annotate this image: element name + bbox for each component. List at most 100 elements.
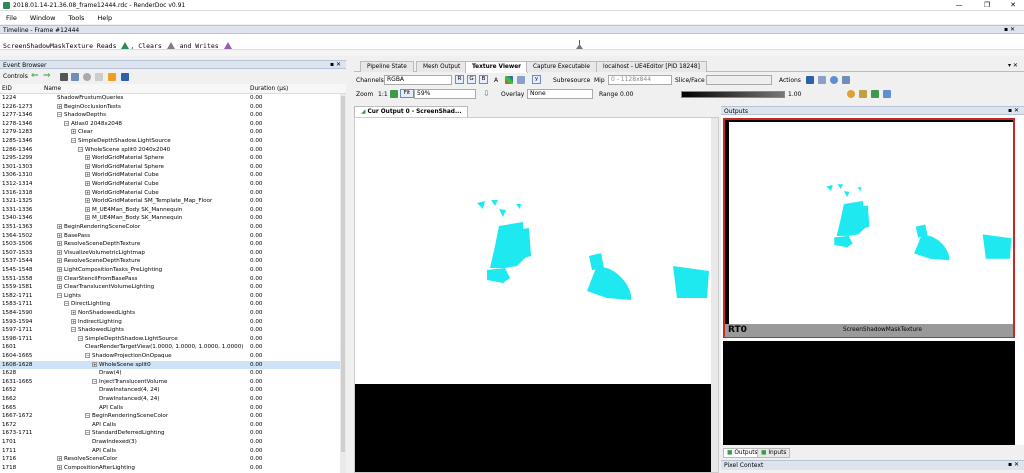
pixel-context-close-icon[interactable]: ▪ ✕ xyxy=(1008,461,1019,468)
tabs-menu-icon[interactable]: ▾ ✕ xyxy=(1008,62,1018,69)
event-tree[interactable]: 1224 ShadowFrustumQueries 0.00 1226-1273 + Be… xyxy=(0,94,340,473)
timeline-scrollbar[interactable] xyxy=(0,49,1024,56)
event-row[interactable]: 1718 + CompositionAfterLighting 0.00 xyxy=(0,464,340,473)
expand-icon[interactable]: + xyxy=(57,284,62,290)
view-icon[interactable] xyxy=(818,76,826,84)
minimize-icon[interactable]: — xyxy=(950,1,968,10)
event-row[interactable]: 1278-1346 − Atlas0 2048x2048 0.00 xyxy=(0,120,340,129)
event-row[interactable]: 1286-1346 − WholeScene split0 2040x2040 0.0… xyxy=(0,146,340,155)
maximize-icon[interactable]: ❐ xyxy=(978,1,996,10)
prev-event-icon[interactable]: ⇐ xyxy=(31,71,39,81)
auto-fit-icon[interactable] xyxy=(859,90,867,98)
event-row[interactable]: 1716 + ResolveSceneColor 0.00 xyxy=(0,455,340,464)
event-row[interactable]: 1631-1665 − InjectTranslucentVolume 0.00 xyxy=(0,378,340,387)
channels-select[interactable]: RGBA xyxy=(384,75,452,85)
expand-icon[interactable]: + xyxy=(57,249,62,255)
expand-icon[interactable]: + xyxy=(85,155,90,161)
time-icon[interactable] xyxy=(83,73,91,81)
event-row[interactable]: 1226-1273 + BeginOcclusionTests 0.00 xyxy=(0,103,340,112)
event-row[interactable]: 1321-1325 + WorldGridMaterial SM_Template_… xyxy=(0,197,340,206)
col-name[interactable]: Name xyxy=(44,86,61,92)
event-row[interactable]: 1593-1594 + IndirectLighting 0.00 xyxy=(0,318,340,327)
zoom-select[interactable]: 59% xyxy=(414,89,476,99)
collapse-icon[interactable]: − xyxy=(57,292,62,298)
channel-g-toggle[interactable]: G xyxy=(467,75,476,84)
event-row[interactable]: 1316-1318 + WorldGridMaterial Cube 0.00 xyxy=(0,189,340,198)
tab-localhost[interactable]: localhost - UE4Editor [PID 18248] xyxy=(596,61,707,72)
event-row[interactable]: 1340-1346 + M_UE4Man_Body SK_Mannequin 0.00 xyxy=(0,214,340,223)
range-slider[interactable] xyxy=(681,91,785,98)
event-row[interactable]: 1652 DrawInstanced(4, 24) 0.00 xyxy=(0,386,340,395)
event-row[interactable]: 1601 ClearRenderTargetView(1.0000, 1.0000… xyxy=(0,343,340,352)
gear-icon[interactable] xyxy=(517,76,525,84)
collapse-icon[interactable]: − xyxy=(92,378,97,384)
event-row[interactable]: 1545-1548 + LightCompositionTasks_PreLight… xyxy=(0,266,340,275)
expand-icon[interactable]: + xyxy=(85,163,90,169)
expand-icon[interactable]: + xyxy=(92,361,97,367)
range-max[interactable]: 1.00 xyxy=(788,91,801,98)
event-row[interactable]: 1701 DrawIndexed(3) 0.00 xyxy=(0,438,340,447)
event-row[interactable]: 1331-1336 + M_UE4Man_Body SK_Mannequin 0.00 xyxy=(0,206,340,215)
bookmark-icon[interactable] xyxy=(71,73,79,81)
menu-window[interactable]: Window xyxy=(24,11,61,22)
event-row[interactable]: 1583-1711 − DirectLighting 0.00 xyxy=(0,300,340,309)
find-icon[interactable] xyxy=(60,73,68,81)
event-row[interactable]: 1285-1346 − SimpleDepthShadow.LightSource 0… xyxy=(0,137,340,146)
expand-icon[interactable]: + xyxy=(57,232,62,238)
event-row[interactable]: 1673-1711 − StandardDeferredLighting 0.00 xyxy=(0,429,340,438)
event-row[interactable]: 1584-1590 + NonShadowedLights 0.00 xyxy=(0,309,340,318)
event-row[interactable]: 1582-1711 − Lights 0.00 xyxy=(0,292,340,301)
col-eid[interactable]: EID xyxy=(2,86,12,92)
pin-icon[interactable]: ▪ ✕ xyxy=(1004,26,1015,33)
event-row[interactable]: 1507-1533 + VisualizeVolumetricLightmap 0.0… xyxy=(0,249,340,258)
expand-icon[interactable]: + xyxy=(85,198,90,204)
event-row[interactable]: 1667-1672 − BeginRenderingSceneColor 0.00 xyxy=(0,412,340,421)
expand-icon[interactable]: + xyxy=(57,275,62,281)
histogram-icon[interactable] xyxy=(883,90,891,98)
tab-outputs[interactable]: ■ Outputs xyxy=(723,448,762,458)
event-row[interactable]: 1295-1299 + WorldGridMaterial Sphere 0.00 xyxy=(0,154,340,163)
collapse-icon[interactable]: − xyxy=(78,335,83,341)
col-duration[interactable]: Duration (µs) xyxy=(250,86,288,92)
outputs-close-icon[interactable]: ▪ ✕ xyxy=(1008,107,1019,114)
channel-b-toggle[interactable]: B xyxy=(479,75,488,84)
collapse-icon[interactable]: − xyxy=(64,301,69,307)
tab-inputs[interactable]: ■ Inputs xyxy=(757,448,791,458)
event-row[interactable]: 1312-1314 + WorldGridMaterial Cube 0.00 xyxy=(0,180,340,189)
event-row[interactable]: 1279-1283 + Clear 0.00 xyxy=(0,128,340,137)
download-arrow-icon[interactable]: ⇩ xyxy=(483,89,490,98)
collapse-icon[interactable]: − xyxy=(71,327,76,333)
event-row[interactable]: 1711 API Calls 0.00 xyxy=(0,447,340,456)
menu-tools[interactable]: Tools xyxy=(62,11,89,22)
event-row[interactable]: 1559-1581 + ClearTranslucentVolumeLighting… xyxy=(0,283,340,292)
event-row[interactable]: 1306-1310 + WorldGridMaterial Cube 0.00 xyxy=(0,171,340,180)
expand-icon[interactable]: + xyxy=(85,215,90,221)
event-row[interactable]: 1598-1711 − SimpleDepthShadow.LightSource 0… xyxy=(0,335,340,344)
event-row[interactable]: 1277-1346 − ShadowDepths 0.00 xyxy=(0,111,340,120)
goto-icon[interactable] xyxy=(830,76,838,84)
event-row[interactable]: 1608-1628 + WholeScene split0 0.00 xyxy=(0,360,340,370)
channel-a-toggle[interactable]: A xyxy=(494,77,498,84)
next-event-icon[interactable]: ⇒ xyxy=(43,71,51,81)
reset-range-icon[interactable] xyxy=(871,90,879,98)
event-row[interactable]: 1551-1558 + ClearStencilFromBasePass 0.00 xyxy=(0,275,340,284)
y-flip-toggle[interactable]: y xyxy=(532,75,541,84)
event-row[interactable]: 1662 DrawInstanced(4, 24) 0.00 xyxy=(0,395,340,404)
close-icon[interactable]: ✕ xyxy=(1004,1,1022,10)
expand-icon[interactable]: + xyxy=(71,129,76,135)
zoom-1to1-button[interactable]: 1:1 xyxy=(378,91,388,98)
expand-icon[interactable]: + xyxy=(57,241,62,247)
tab-texture-viewer[interactable]: Texture Viewer xyxy=(465,61,529,73)
collapse-icon[interactable]: − xyxy=(85,353,90,358)
expand-icon[interactable]: + xyxy=(85,181,90,186)
expand-icon[interactable]: + xyxy=(71,318,76,324)
filter-icon[interactable] xyxy=(95,73,103,81)
panel-close-icon[interactable]: ▪ ✕ xyxy=(330,61,341,68)
slice-select[interactable] xyxy=(706,75,772,85)
event-row[interactable]: 1672 API Calls 0.00 xyxy=(0,421,340,430)
save-texture-icon[interactable] xyxy=(806,76,814,84)
menu-file[interactable]: File xyxy=(0,11,22,22)
color-picker-icon[interactable] xyxy=(505,76,513,84)
event-row[interactable]: 1301-1303 + WorldGridMaterial Sphere 0.00 xyxy=(0,163,340,172)
expand-icon[interactable]: + xyxy=(85,206,90,212)
